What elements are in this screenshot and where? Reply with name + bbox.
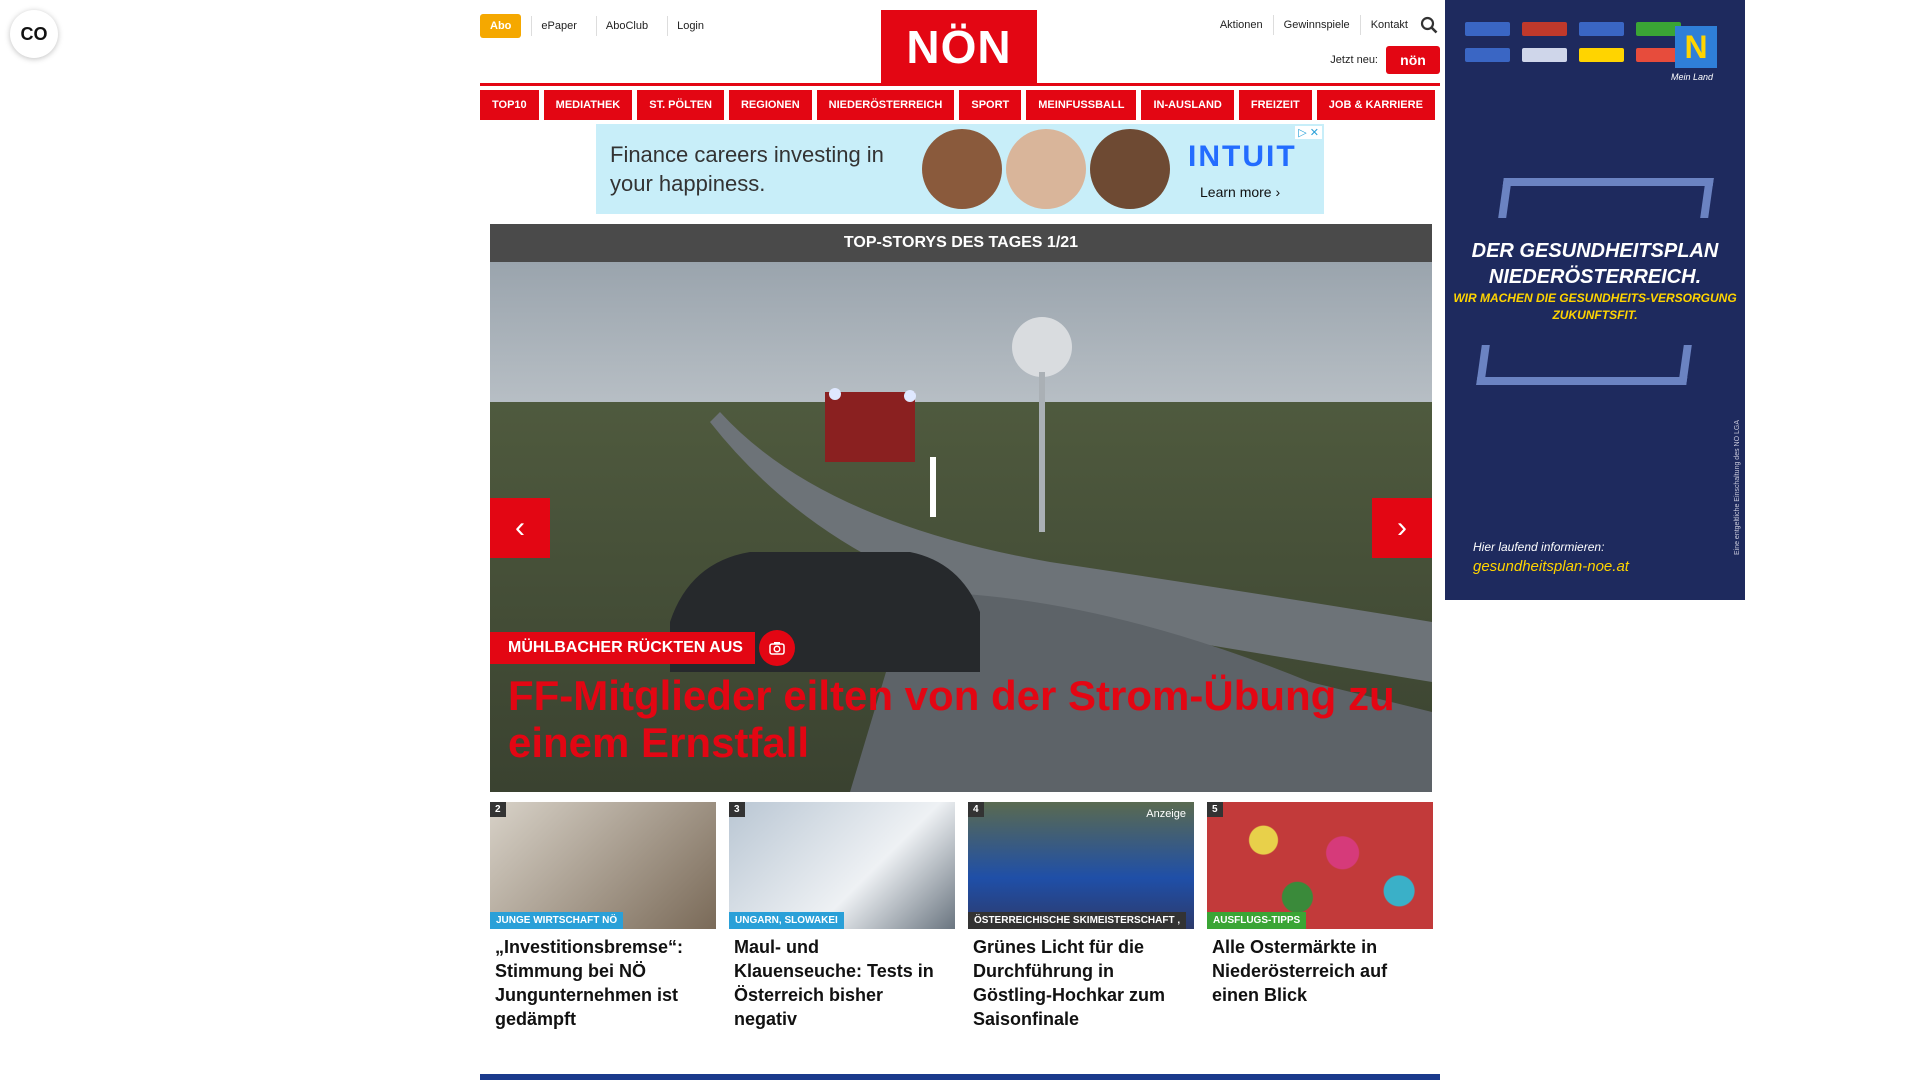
ad-banner-brand: INTUIT: [1188, 140, 1297, 173]
search-icon[interactable]: [1418, 14, 1440, 36]
bottom-bar: [480, 1074, 1440, 1080]
partner-logo: [1465, 48, 1510, 62]
teaser-title[interactable]: Alle Ostermärkte in Niederösterreich auf…: [1207, 929, 1433, 1007]
teaser-number: 2: [490, 802, 506, 817]
teaser-row: 2 JUNGE WIRTSCHAFT NÖ „Investitionsbrems…: [490, 802, 1433, 1031]
teaser-category[interactable]: AUSFLUGS-TIPPS: [1207, 912, 1307, 929]
teaser-image[interactable]: 2 JUNGE WIRTSCHAFT NÖ: [490, 802, 716, 929]
jetzt-neu-label: Jetzt neu:: [1330, 54, 1378, 66]
sky-partner-logos: [1465, 22, 1705, 62]
teaser-card[interactable]: 4 Anzeige ÖSTERREICHISCHE SKIMEISTERSCHA…: [968, 802, 1194, 1031]
aboclub-link[interactable]: AboClub: [595, 16, 657, 36]
header-divider: [480, 83, 1440, 86]
jetzt-neu-badge[interactable]: nön: [1386, 46, 1440, 74]
teaser-title[interactable]: Grünes Licht für die Durchführung in Gös…: [968, 929, 1194, 1031]
slider-header: TOP-STORYS DES TAGES 1/21: [490, 224, 1432, 262]
gewinnspiele-link[interactable]: Gewinnspiele: [1274, 15, 1361, 35]
teaser-category[interactable]: JUNGE WIRTSCHAFT NÖ: [490, 912, 624, 929]
accessibility-button[interactable]: CO: [10, 10, 58, 58]
top-story-slider: TOP-STORYS DES TAGES 1/21 ‹ › MÜHLBACHER…: [490, 224, 1432, 792]
teaser-number: 3: [729, 802, 745, 817]
nav-item-top10[interactable]: TOP10: [480, 90, 539, 120]
header-right-links: Aktionen Gewinnspiele Kontakt: [1210, 14, 1440, 36]
nav-item-freizeit[interactable]: FREIZEIT: [1238, 90, 1312, 120]
skyscraper-ad[interactable]: N Mein Land DER GESUNDHEITSPLAN NIEDERÖS…: [1445, 0, 1745, 600]
decor-bracket: [1498, 178, 1714, 218]
story-kicker[interactable]: MÜHLBACHER RÜCKTEN AUS: [490, 632, 755, 664]
partner-logo: [1522, 22, 1567, 36]
nav-item-meinfussball[interactable]: MEINFUSSBALL: [1026, 90, 1137, 120]
nav-item-regionen[interactable]: REGIONEN: [728, 90, 812, 120]
aktionen-link[interactable]: Aktionen: [1210, 15, 1274, 35]
teaser-card[interactable]: 3 UNGARN, SLOWAKEI Maul- und Klauenseuch…: [729, 802, 955, 1031]
ad-banner-text: Finance careers investing in your happin…: [610, 142, 884, 196]
teaser-category[interactable]: ÖSTERREICHISCHE SKIMEISTERSCHAFT ,: [968, 912, 1187, 929]
ad-person-image: [1006, 129, 1086, 209]
teaser-category[interactable]: UNGARN, SLOWAKEI: [729, 912, 844, 929]
partner-logo: [1579, 22, 1624, 36]
teaser-number: 4: [968, 802, 984, 817]
nav-item-sport[interactable]: SPORT: [959, 90, 1022, 120]
kontakt-link[interactable]: Kontakt: [1361, 15, 1418, 35]
sky-ad-side-note: Eine entgeltliche Einschaltung des NÖ LG…: [1734, 420, 1741, 556]
partner-logo: [1579, 48, 1624, 62]
ad-close-icon[interactable]: ▷ ✕: [1295, 126, 1322, 139]
nav-item-st-poelten[interactable]: ST. PÖLTEN: [637, 90, 724, 120]
teaser-number: 5: [1207, 802, 1223, 817]
teaser-card[interactable]: 2 JUNGE WIRTSCHAFT NÖ „Investitionsbrems…: [490, 802, 716, 1031]
sky-ad-headline: DER GESUNDHEITSPLAN NIEDERÖSTERREICH.: [1471, 240, 1719, 288]
noen-logo[interactable]: NÖN: [881, 10, 1037, 83]
nav-item-niederoesterreich[interactable]: NIEDERÖSTERREICH: [816, 90, 955, 120]
noe-logo: N: [1675, 26, 1717, 68]
teaser-image[interactable]: 4 Anzeige ÖSTERREICHISCHE SKIMEISTERSCHA…: [968, 802, 1194, 929]
header-left-links: Abo ePaper AboClub Login: [480, 14, 713, 38]
top-story-image[interactable]: ‹ › MÜHLBACHER RÜCKTEN AUS FF-Mitglieder…: [490, 262, 1432, 792]
mein-land-label: Mein Land: [1671, 72, 1714, 82]
teaser-card[interactable]: 5 AUSFLUGS-TIPPS Alle Ostermärkte in Nie…: [1207, 802, 1433, 1031]
sky-ad-sub: WIR MACHEN DIE GESUNDHEITS-VERSORGUNG ZU…: [1453, 291, 1737, 322]
nav-item-job-karriere[interactable]: JOB & KARRIERE: [1316, 90, 1435, 120]
camera-icon: [759, 630, 795, 666]
decor-bracket: [1476, 345, 1692, 385]
ad-banner[interactable]: Finance careers investing in your happin…: [596, 124, 1324, 214]
slider-next-button[interactable]: ›: [1372, 498, 1432, 558]
login-link[interactable]: Login: [667, 16, 713, 36]
sky-ad-info: Hier laufend informieren:: [1473, 540, 1605, 554]
teaser-image[interactable]: 5 AUSFLUGS-TIPPS: [1207, 802, 1433, 929]
teaser-title[interactable]: „Investitionsbremse“: Stimmung bei NÖ Ju…: [490, 929, 716, 1031]
ad-banner-cta[interactable]: Learn more ›: [1200, 184, 1280, 200]
slider-prev-button[interactable]: ‹: [490, 498, 550, 558]
page: CO Abo ePaper AboClub Login NÖN Aktionen…: [0, 0, 1920, 1080]
partner-logo: [1465, 22, 1510, 36]
nav-item-in-ausland[interactable]: IN-AUSLAND: [1141, 90, 1234, 120]
main-nav: TOP10 MEDIATHEK ST. PÖLTEN REGIONEN NIED…: [480, 90, 1440, 120]
epaper-link[interactable]: ePaper: [531, 16, 585, 36]
partner-logo: [1522, 48, 1567, 62]
teaser-title[interactable]: Maul- und Klauenseuche: Tests in Österre…: [729, 929, 955, 1031]
ad-person-image: [1090, 129, 1170, 209]
nav-item-mediathek[interactable]: MEDIATHEK: [543, 90, 633, 120]
anzeige-label: Anzeige: [1146, 808, 1186, 820]
abo-button[interactable]: Abo: [480, 14, 522, 38]
ad-person-image: [922, 129, 1002, 209]
story-headline[interactable]: FF-Mitglieder eilten von der Strom-Übung…: [508, 672, 1408, 766]
header: Abo ePaper AboClub Login NÖN Aktionen Ge…: [480, 0, 1440, 86]
jetzt-neu: Jetzt neu: nön: [1330, 46, 1440, 74]
sky-ad-url[interactable]: gesundheitsplan-noe.at: [1473, 558, 1629, 575]
teaser-image[interactable]: 3 UNGARN, SLOWAKEI: [729, 802, 955, 929]
